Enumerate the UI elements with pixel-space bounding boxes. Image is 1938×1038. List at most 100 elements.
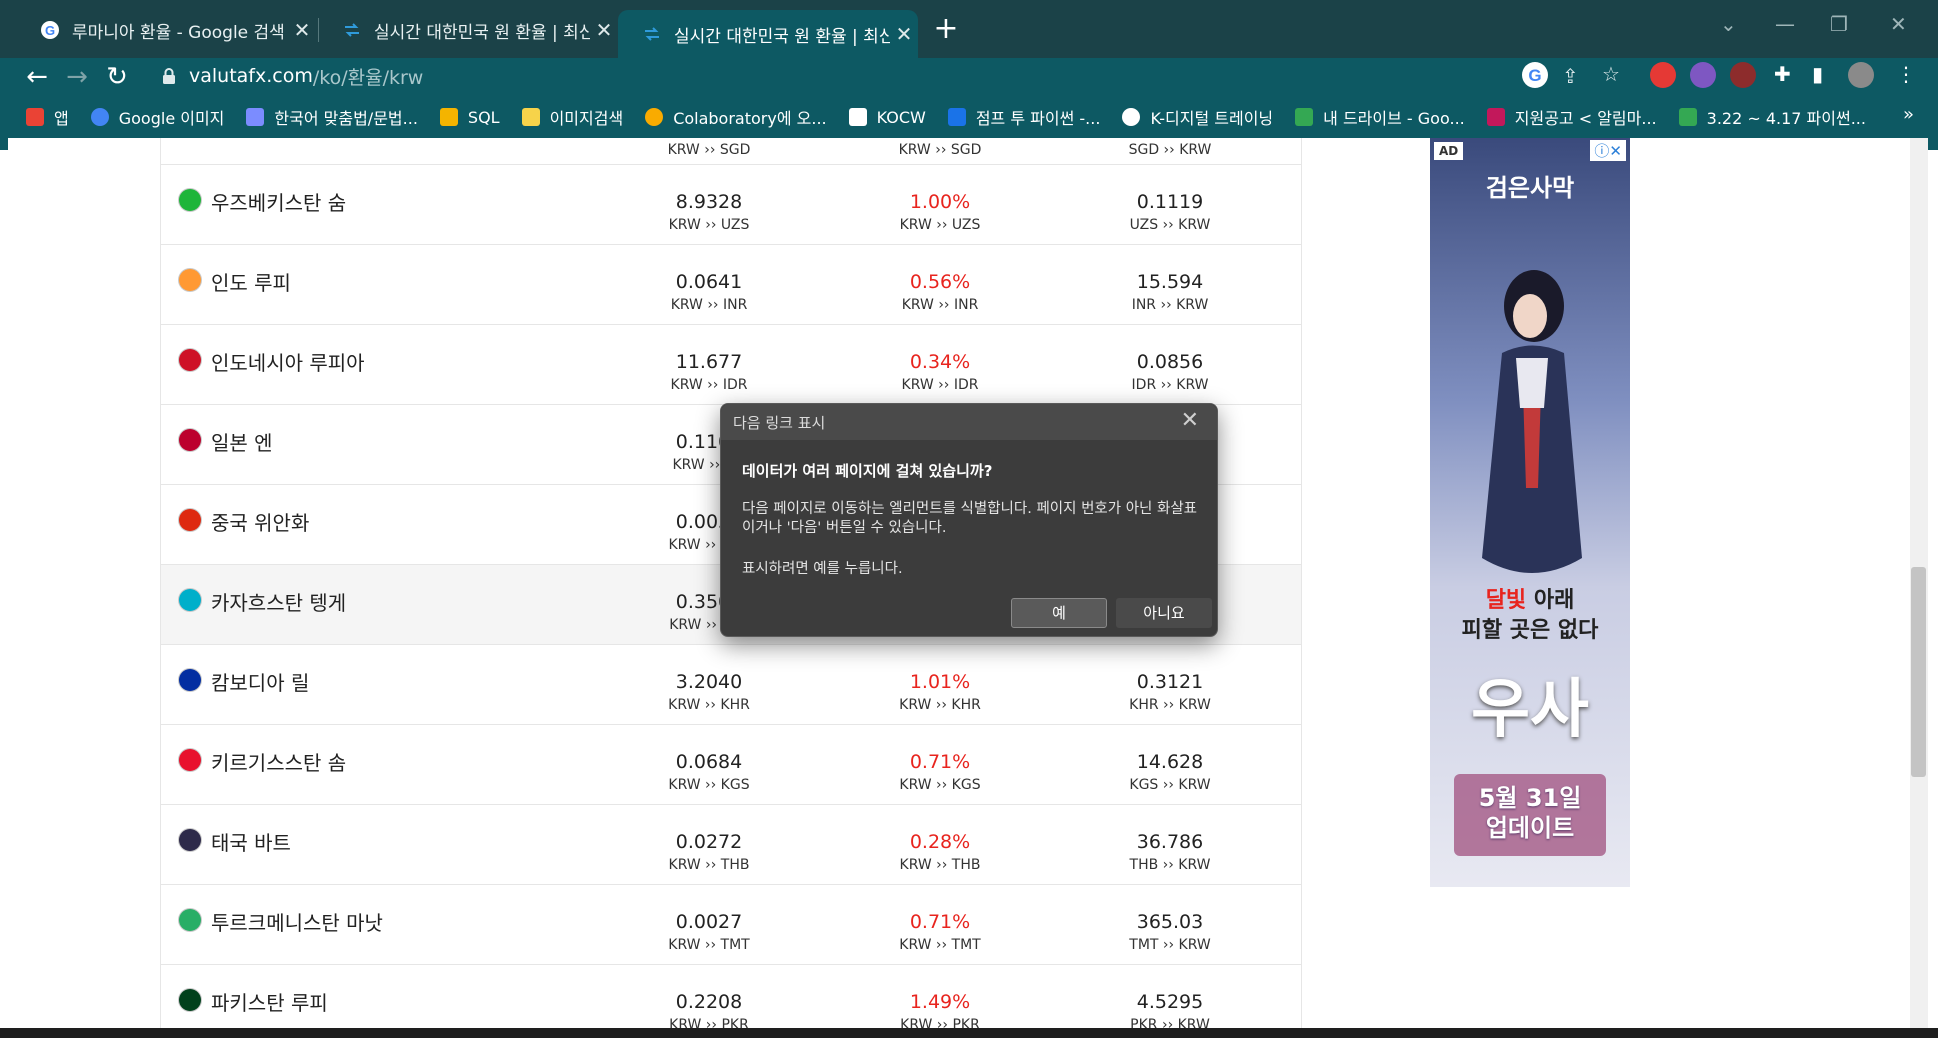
- bookmark-apps[interactable]: 앱: [26, 105, 69, 129]
- ad-close-icon[interactable]: ⓘ✕: [1590, 140, 1626, 161]
- currency-name[interactable]: 중국 위안화: [211, 507, 309, 536]
- country-flag-icon: [179, 269, 201, 291]
- rate-value[interactable]: 0.0641: [619, 271, 799, 293]
- share-icon[interactable]: ⇪: [1562, 64, 1579, 88]
- change-cell: 1.01% KRW ›› KHR: [850, 671, 1030, 713]
- yes-button[interactable]: 예: [1011, 598, 1107, 628]
- bookmark-label: 이미지검색: [549, 109, 624, 128]
- rate-value[interactable]: 0.0027: [619, 911, 799, 933]
- inverse-value[interactable]: 15.594: [1080, 271, 1260, 293]
- menu-icon[interactable]: ⋮: [1896, 62, 1916, 86]
- currency-name[interactable]: 인도네시아 루피아: [211, 347, 365, 376]
- tab-google-search[interactable]: G 루마니아 환율 - Google 검색 ✕: [16, 10, 316, 50]
- advertisement-banner[interactable]: AD ⓘ✕ 검은사막 달빛 아래 피할 곳은 없다 우사 5월 31일 업데이트: [1430, 138, 1630, 887]
- inverse-cell: 4.5295 PKR ›› KRW: [1080, 991, 1260, 1028]
- bookmark-sql[interactable]: SQL: [439, 108, 500, 127]
- table-row[interactable]: 파키스탄 루피 0.2208 KRW ›› PKR 1.49% KRW ›› P…: [161, 965, 1301, 1028]
- inverse-value[interactable]: 365.03: [1080, 911, 1260, 933]
- rate-value[interactable]: 11.677: [619, 351, 799, 373]
- drive-icon: [1295, 108, 1314, 126]
- currency-name[interactable]: 우즈베키스탄 숨: [211, 187, 346, 216]
- bookmark-label: Google 이미지: [118, 109, 225, 128]
- tab-title: 실시간 대한민국 원 환율 | 최신: [374, 22, 590, 43]
- record-extension-icon[interactable]: [1730, 62, 1756, 88]
- rate-value[interactable]: 0.2208: [619, 991, 799, 1013]
- currency-name[interactable]: 카자흐스탄 텡게: [211, 587, 346, 616]
- bookmark-colab[interactable]: Colaboratory에 오...: [645, 105, 827, 129]
- inverse-value[interactable]: 0.3121: [1080, 671, 1260, 693]
- bookmark-label: 내 드라이브 - Goo...: [1323, 109, 1465, 128]
- inverse-cell: 0.3121 KHR ›› KRW: [1080, 671, 1260, 713]
- pair-label: SGD ›› KRW: [1128, 142, 1212, 158]
- star-icon[interactable]: ☆: [1602, 62, 1620, 86]
- table-row[interactable]: 인도네시아 루피아 11.677 KRW ›› IDR 0.34% KRW ››…: [161, 325, 1301, 405]
- tab-search-icon[interactable]: ⌄: [1720, 12, 1737, 36]
- rate-value[interactable]: 8.9328: [619, 191, 799, 213]
- inverse-value[interactable]: 4.5295: [1080, 991, 1260, 1013]
- bookmark-my-drive[interactable]: 내 드라이브 - Goo...: [1295, 105, 1465, 129]
- close-icon[interactable]: ✕: [288, 18, 316, 42]
- scrollbar-thumb[interactable]: [1911, 567, 1926, 777]
- bookmark-spellcheck[interactable]: 한국어 맞춤법/문법...: [246, 105, 418, 129]
- bookmark-python-course[interactable]: 3.22 ~ 4.17 파이썬...: [1678, 105, 1866, 129]
- address-bar[interactable]: valutafx.com/ko/환율/krw: [145, 59, 1625, 93]
- currency-name[interactable]: 일본 엔: [211, 427, 273, 456]
- pair-label: KRW ›› SGD: [667, 142, 751, 158]
- currency-name[interactable]: 키르기스스탄 솜: [211, 747, 346, 776]
- bookmark-image-search[interactable]: 이미지검색: [521, 105, 624, 129]
- no-button[interactable]: 아니요: [1116, 598, 1212, 628]
- side-panel-icon[interactable]: ▮: [1812, 62, 1823, 86]
- table-row[interactable]: 투르크메니스탄 마낫 0.0027 KRW ›› TMT 0.71% KRW ›…: [161, 885, 1301, 965]
- bookmark-jump-to-python[interactable]: 점프 투 파이썬 -...: [947, 105, 1101, 129]
- close-icon[interactable]: ✕: [890, 22, 918, 46]
- close-window-icon[interactable]: ✕: [1890, 12, 1907, 36]
- bookmark-label: 앱: [54, 109, 69, 128]
- currency-name[interactable]: 인도 루피: [211, 267, 291, 296]
- table-row[interactable]: 태국 바트 0.0272 KRW ›› THB 0.28% KRW ›› THB…: [161, 805, 1301, 885]
- extension-icon[interactable]: [1690, 62, 1716, 88]
- close-icon[interactable]: ✕: [1181, 408, 1199, 433]
- new-tab-button[interactable]: +: [930, 14, 962, 46]
- inverse-value[interactable]: 14.628: [1080, 751, 1260, 773]
- currency-name[interactable]: 투르크메니스탄 마낫: [211, 907, 383, 936]
- exchange-icon: [645, 27, 659, 41]
- pair-label: THB ›› KRW: [1129, 857, 1211, 873]
- table-row[interactable]: 키르기스스탄 솜 0.0684 KRW ›› KGS 0.71% KRW ›› …: [161, 725, 1301, 805]
- minimize-icon[interactable]: —: [1775, 12, 1795, 36]
- table-row[interactable]: 우즈베키스탄 숨 8.9328 KRW ›› UZS 1.00% KRW ›› …: [161, 165, 1301, 245]
- bookmarks-bar: 앱 Google 이미지 한국어 맞춤법/문법... SQL 이미지검색 Col…: [26, 97, 1938, 137]
- adblock-extension-icon[interactable]: [1650, 62, 1676, 88]
- reload-icon[interactable]: ↻: [102, 62, 132, 92]
- puzzle-icon[interactable]: ✚: [1774, 62, 1791, 86]
- ad-update-date: 5월 31일: [1478, 784, 1582, 812]
- google-lens-icon[interactable]: G: [1522, 62, 1548, 88]
- change-cell: 1.00% KRW ›› UZS: [850, 191, 1030, 233]
- rate-value[interactable]: 0.0684: [619, 751, 799, 773]
- close-icon[interactable]: ✕: [590, 18, 618, 42]
- profile-avatar[interactable]: [1848, 62, 1874, 88]
- table-row[interactable]: 캄보디아 릴 3.2040 KRW ›› KHR 1.01% KRW ›› KH…: [161, 645, 1301, 725]
- table-row[interactable]: 인도 루피 0.0641 KRW ›› INR 0.56% KRW ›› INR…: [161, 245, 1301, 325]
- bookmark-kocw[interactable]: KOCW: [848, 108, 926, 127]
- rate-value[interactable]: 3.2040: [619, 671, 799, 693]
- tab-exchange-1[interactable]: 실시간 대한민국 원 환율 | 최신 ✕: [318, 10, 618, 50]
- bookmarks-overflow-button[interactable]: »: [1903, 104, 1914, 125]
- bookmark-google-images[interactable]: Google 이미지: [90, 105, 225, 129]
- back-arrow-icon[interactable]: ←: [22, 62, 52, 92]
- inverse-value[interactable]: 0.1119: [1080, 191, 1260, 213]
- inverse-value[interactable]: 0.0856: [1080, 351, 1260, 373]
- currency-name[interactable]: 태국 바트: [211, 827, 291, 856]
- currency-name[interactable]: 파키스탄 루피: [211, 987, 328, 1016]
- bookmark-job-notice[interactable]: 지원공고 < 알림마...: [1486, 105, 1657, 129]
- google-icon: G: [41, 21, 59, 39]
- bookmark-label: 점프 투 파이썬 -...: [975, 109, 1101, 128]
- bookmark-k-digital[interactable]: K-디지털 트레이닝: [1122, 105, 1273, 129]
- currency-name[interactable]: 캄보디아 릴: [211, 667, 309, 696]
- tab-exchange-active[interactable]: 실시간 대한민국 원 환율 | 최신 ✕: [618, 10, 918, 58]
- bookmark-label: 지원공고 < 알림마...: [1514, 109, 1657, 128]
- rate-value[interactable]: 0.0272: [619, 831, 799, 853]
- maximize-icon[interactable]: ❐: [1830, 12, 1848, 36]
- apps-grid-icon: [26, 108, 44, 126]
- inverse-value[interactable]: 36.786: [1080, 831, 1260, 853]
- forward-arrow-icon[interactable]: →: [62, 62, 92, 92]
